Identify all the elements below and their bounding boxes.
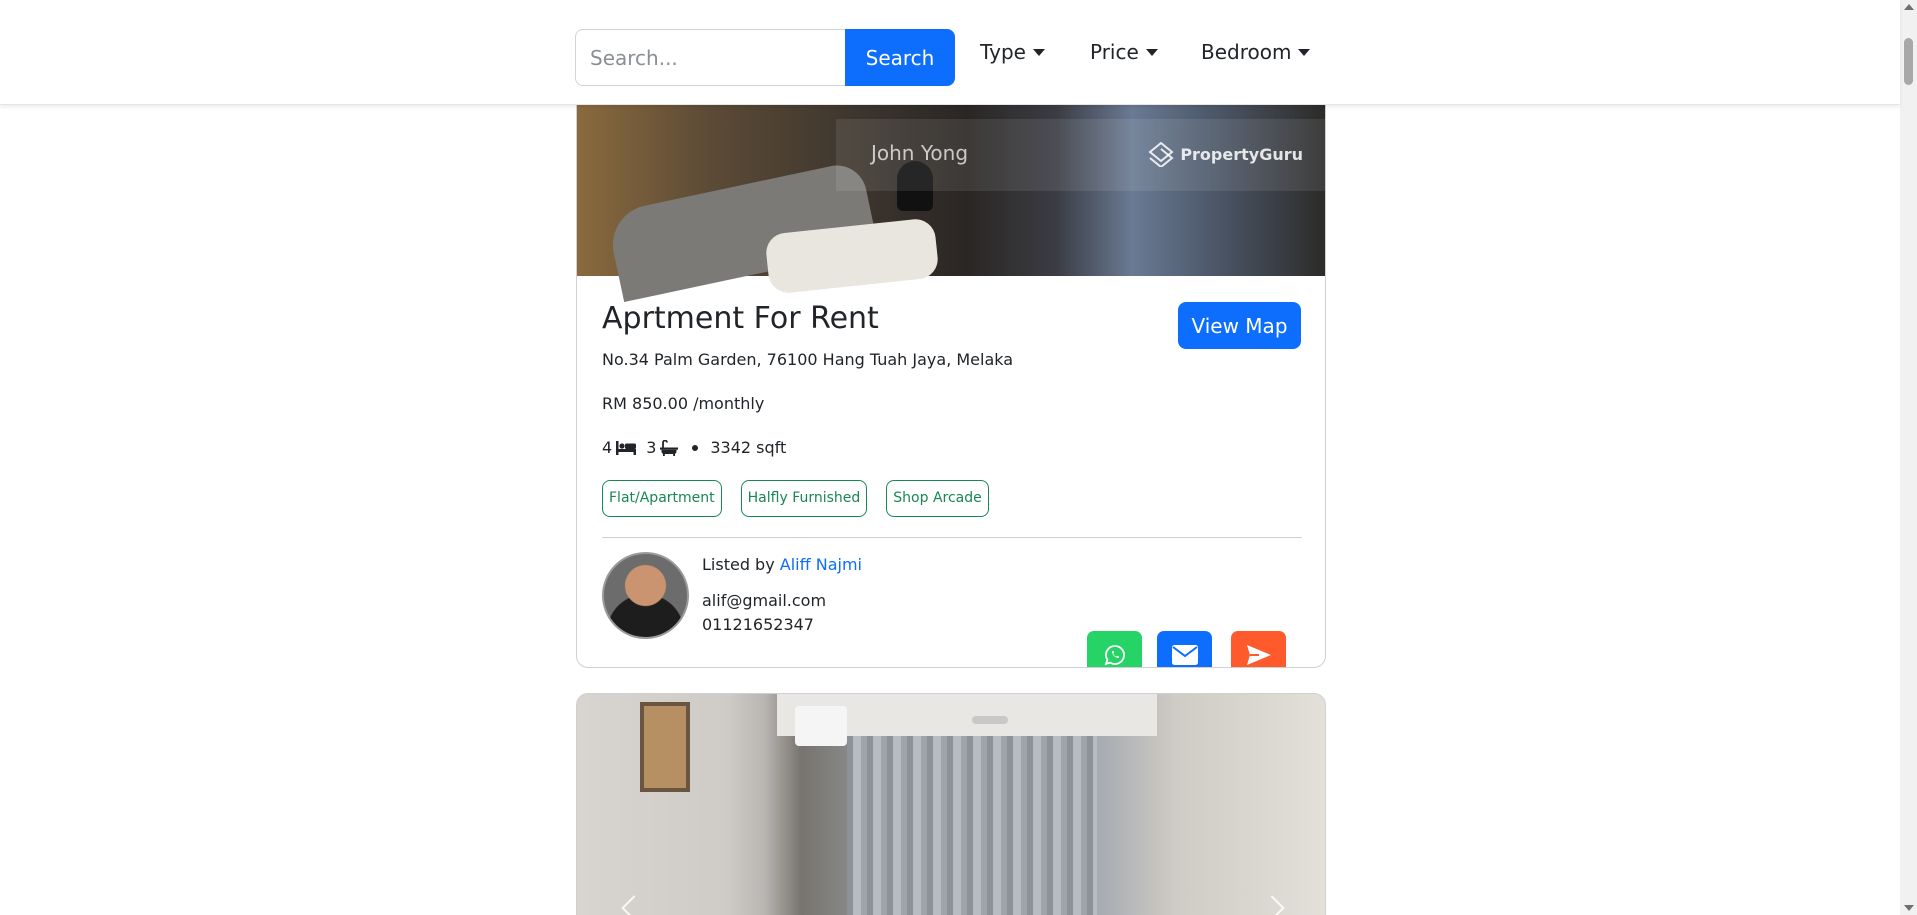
top-navbar: Search Type Price Bedroom: [0, 0, 1900, 105]
price-dropdown-label: Price: [1090, 40, 1139, 64]
carousel-next-icon[interactable]: [1259, 895, 1285, 915]
send-icon: [1246, 644, 1271, 665]
search-input[interactable]: [575, 29, 845, 86]
photo-ceiling-fan: [972, 716, 1008, 724]
listed-by-prefix: Listed by: [702, 555, 775, 574]
agent-name-link[interactable]: Aliff Najmi: [780, 555, 862, 574]
whatsapp-button[interactable]: [1087, 631, 1142, 667]
bath-icon: [660, 439, 679, 456]
watermark-name: John Yong: [871, 141, 969, 165]
bedroom-dropdown[interactable]: Bedroom: [1201, 40, 1311, 64]
listing-address: No.34 Palm Garden, 76100 Hang Tuah Jaya,…: [602, 350, 1014, 369]
carousel-prev-icon[interactable]: [621, 895, 647, 915]
search-group: Search: [575, 29, 955, 86]
type-dropdown[interactable]: Type: [980, 40, 1045, 64]
agent-phone: 01121652347: [702, 615, 814, 634]
scroll-down-icon[interactable]: [1904, 905, 1914, 911]
watermark-logo-text: PropertyGuru: [1180, 144, 1303, 164]
listing-body: Aprtment For Rent View Map No.34 Palm Ga…: [577, 276, 1325, 667]
listing-card-next-photo[interactable]: [576, 693, 1326, 915]
listing-card: John Yong PropertyGuru Aprtment For Rent…: [576, 60, 1326, 668]
listing-tags: Flat/Apartment Halfly Furnished Shop Arc…: [602, 480, 989, 517]
listing-price: RM 850.00 /monthly: [602, 394, 765, 413]
view-map-button[interactable]: View Map: [1178, 302, 1301, 349]
whatsapp-icon: [1104, 644, 1125, 665]
bedroom-count: 4: [602, 438, 613, 457]
bed-icon: [616, 440, 637, 455]
scroll-thumb[interactable]: [1904, 38, 1913, 85]
agent-email: alif@gmail.com: [702, 591, 827, 610]
email-button[interactable]: [1157, 631, 1212, 667]
tag-facility: Shop Arcade: [886, 480, 989, 517]
tag-property-type: Flat/Apartment: [602, 480, 722, 517]
caret-down-icon: [1298, 48, 1311, 56]
bedroom-dropdown-label: Bedroom: [1201, 40, 1292, 64]
photo-curtain: [847, 736, 1097, 915]
photo-wall-frame: [640, 702, 690, 792]
caret-down-icon: [1145, 48, 1158, 56]
envelope-icon: [1171, 644, 1198, 665]
caret-down-icon: [1032, 48, 1045, 56]
card-divider: [602, 537, 1302, 538]
bathroom-count: 3: [646, 438, 657, 457]
search-button[interactable]: Search: [845, 29, 955, 86]
tag-furnishing: Halfly Furnished: [740, 480, 868, 517]
scroll-up-icon[interactable]: [1904, 4, 1914, 10]
listing-title: Aprtment For Rent: [602, 301, 879, 336]
page-scrollbar[interactable]: [1900, 0, 1917, 915]
separator-dot: [692, 444, 699, 451]
listed-by: Listed by Aliff Najmi: [702, 555, 862, 574]
agent-avatar: [602, 552, 689, 639]
photo-air-conditioner: [795, 706, 847, 746]
listing-area: 3342 sqft: [710, 438, 787, 457]
propertyguru-logo-icon: [1148, 141, 1174, 167]
send-button[interactable]: [1231, 631, 1286, 667]
listing-specs: 4 3 3342 sqft: [602, 438, 786, 457]
watermark-logo: PropertyGuru: [1148, 141, 1303, 167]
photo-watermark: John Yong PropertyGuru: [836, 119, 1325, 191]
price-dropdown[interactable]: Price: [1090, 40, 1158, 64]
type-dropdown-label: Type: [980, 40, 1026, 64]
